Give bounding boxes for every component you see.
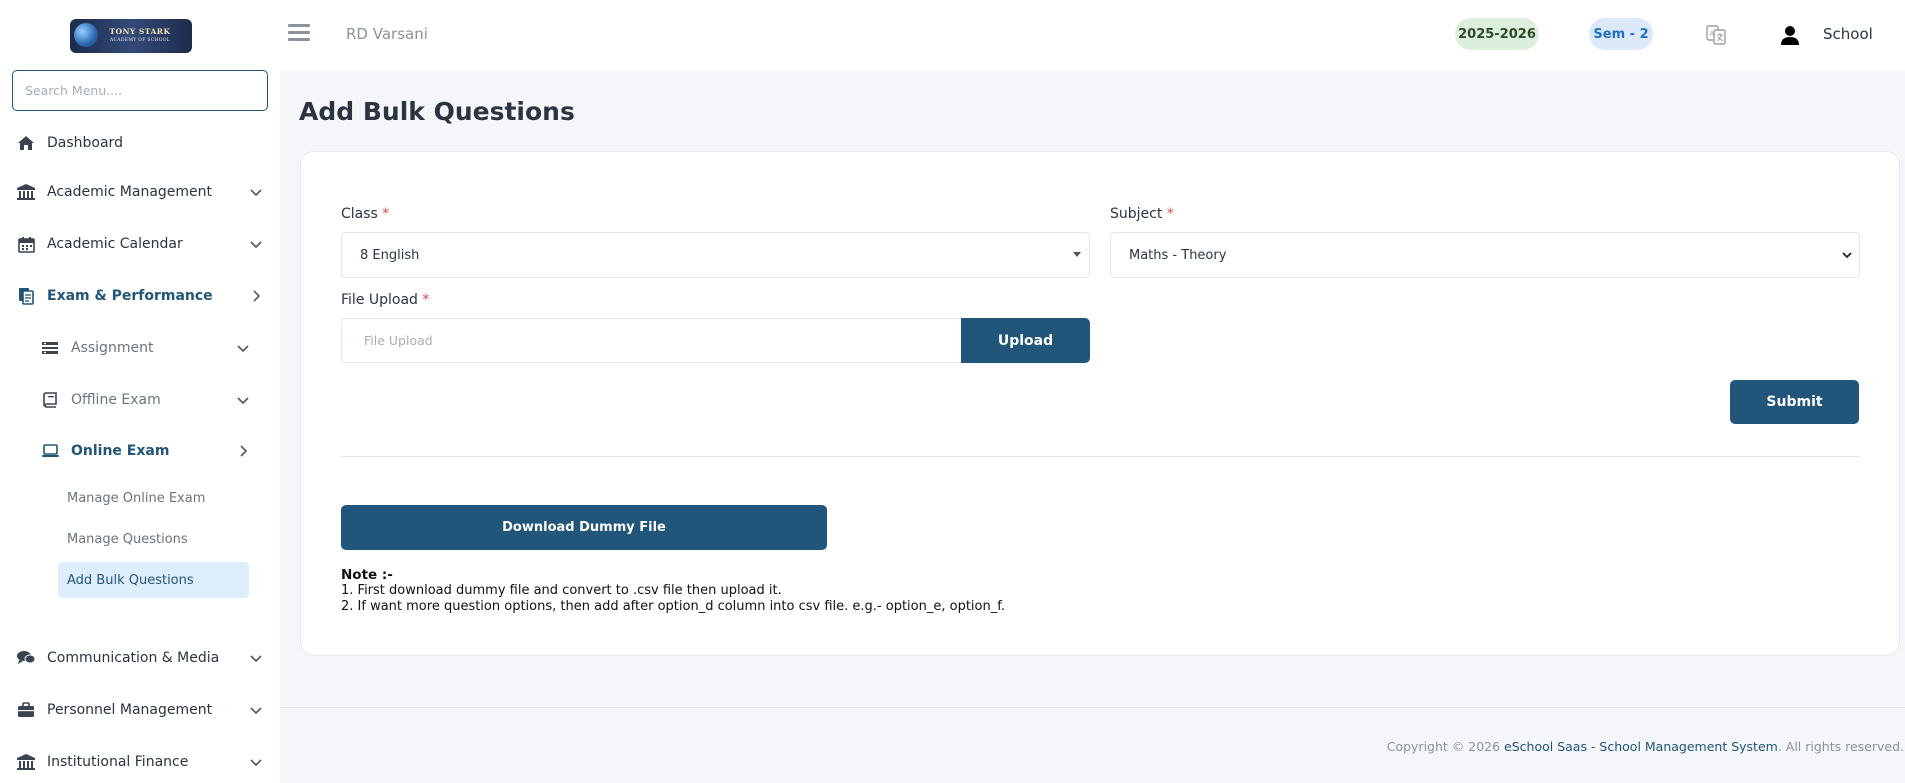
chevron-right-icon <box>253 290 261 302</box>
sidebar-item-label: Institutional Finance <box>47 754 189 770</box>
copyright-text: Copyright © 2026 eSchool Saas - School M… <box>1386 739 1904 754</box>
assignment-icon <box>40 338 60 358</box>
sidebar-item-label: Assignment <box>71 340 154 356</box>
sidebar-item-manage-online-exam[interactable]: Manage Online Exam <box>58 480 249 516</box>
footer: Copyright © 2026 eSchool Saas - School M… <box>280 707 1905 783</box>
chevron-right-icon <box>240 445 248 457</box>
book-icon <box>40 390 60 410</box>
chevron-down-icon <box>250 655 262 663</box>
sidebar-item-personnel-management[interactable]: Personnel Management <box>0 692 280 728</box>
chevron-down-icon <box>237 397 249 405</box>
sidebar-item-label: Dashboard <box>47 135 123 151</box>
exam-icon <box>16 286 36 306</box>
logo-line2: ACADEMY OF SCHOOL <box>109 38 170 43</box>
sidebar-item-assignment[interactable]: Assignment <box>0 330 280 366</box>
class-select[interactable]: 8 English <box>341 232 1090 278</box>
logo-line1: TONY STARK <box>109 27 171 36</box>
chevron-down-icon <box>1842 252 1852 259</box>
sidebar-item-label: Communication & Media <box>47 650 220 666</box>
caret-down-icon <box>1073 252 1081 257</box>
sidebar-item-online-exam[interactable]: Online Exam <box>0 433 280 469</box>
chevron-down-icon <box>250 707 262 715</box>
sidebar-item-communication-media[interactable]: Communication & Media <box>0 640 280 676</box>
sidebar-item-offline-exam[interactable]: Offline Exam <box>0 382 280 418</box>
school-name: RD Varsani <box>346 25 428 43</box>
note-line-2: 2. If want more question options, then a… <box>341 599 1005 614</box>
subject-select[interactable]: Maths - Theory <box>1110 232 1860 278</box>
globe-icon <box>74 23 98 47</box>
sidebar-item-exam-performance[interactable]: Exam & Performance <box>0 278 280 314</box>
upload-button[interactable]: Upload <box>961 318 1090 363</box>
sidebar-item-manage-questions[interactable]: Manage Questions <box>58 521 249 557</box>
required-mark: * <box>1166 206 1174 222</box>
page-title: Add Bulk Questions <box>299 97 575 126</box>
chevron-down-icon <box>250 189 262 197</box>
sidebar-item-label: Academic Management <box>47 184 213 200</box>
hamburger-menu-icon[interactable] <box>288 24 310 44</box>
language-icon[interactable]: A <box>1705 24 1727 46</box>
sidebar: TONY STARK ACADEMY OF SCHOOL Dashboard A… <box>0 0 280 783</box>
svg-text:A: A <box>1710 30 1715 38</box>
divider <box>341 456 1860 457</box>
footer-link[interactable]: eSchool Saas - School Management System <box>1504 739 1778 754</box>
sidebar-item-label: Offline Exam <box>71 392 161 408</box>
bank-icon <box>16 182 36 202</box>
chevron-down-icon <box>237 345 249 353</box>
download-dummy-file-button[interactable]: Download Dummy File <box>341 505 827 550</box>
chat-icon <box>16 648 36 668</box>
chevron-down-icon <box>250 241 262 249</box>
home-icon <box>16 133 36 153</box>
session-year-badge[interactable]: 2025-2026 <box>1455 18 1539 50</box>
top-header: RD Varsani 2025-2026 Sem - 2 A School <box>280 0 1905 70</box>
search-menu-input[interactable] <box>12 70 268 111</box>
subject-label: Subject * <box>1110 206 1174 222</box>
laptop-icon <box>40 441 60 461</box>
sidebar-item-academic-management[interactable]: Academic Management <box>0 174 280 210</box>
file-upload-label: File Upload * <box>341 292 430 308</box>
semester-badge[interactable]: Sem - 2 <box>1589 18 1653 50</box>
class-label: Class * <box>341 206 390 222</box>
sidebar-item-label: Academic Calendar <box>47 236 183 252</box>
user-name[interactable]: School <box>1823 25 1873 43</box>
required-mark: * <box>422 292 430 308</box>
school-logo[interactable]: TONY STARK ACADEMY OF SCHOOL <box>70 19 192 53</box>
chevron-down-icon <box>250 759 262 767</box>
briefcase-icon <box>16 700 36 720</box>
calendar-icon <box>16 234 36 254</box>
required-mark: * <box>382 206 390 222</box>
note-title: Note :- <box>341 567 393 583</box>
bank-icon <box>16 752 36 772</box>
note-line-1: 1. First download dummy file and convert… <box>341 583 782 598</box>
sidebar-item-add-bulk-questions[interactable]: Add Bulk Questions <box>58 562 249 598</box>
file-upload-input[interactable]: File Upload <box>341 318 962 363</box>
sidebar-item-institutional-finance[interactable]: Institutional Finance <box>0 744 280 780</box>
sidebar-item-academic-calendar[interactable]: Academic Calendar <box>0 226 280 262</box>
user-icon[interactable] <box>1779 24 1801 46</box>
sidebar-item-label: Personnel Management <box>47 702 213 718</box>
sidebar-item-label: Online Exam <box>71 443 170 459</box>
bulk-questions-card <box>300 151 1900 656</box>
submit-button[interactable]: Submit <box>1730 380 1859 424</box>
sidebar-item-dashboard[interactable]: Dashboard <box>0 125 280 161</box>
sidebar-item-label: Exam & Performance <box>47 288 213 304</box>
